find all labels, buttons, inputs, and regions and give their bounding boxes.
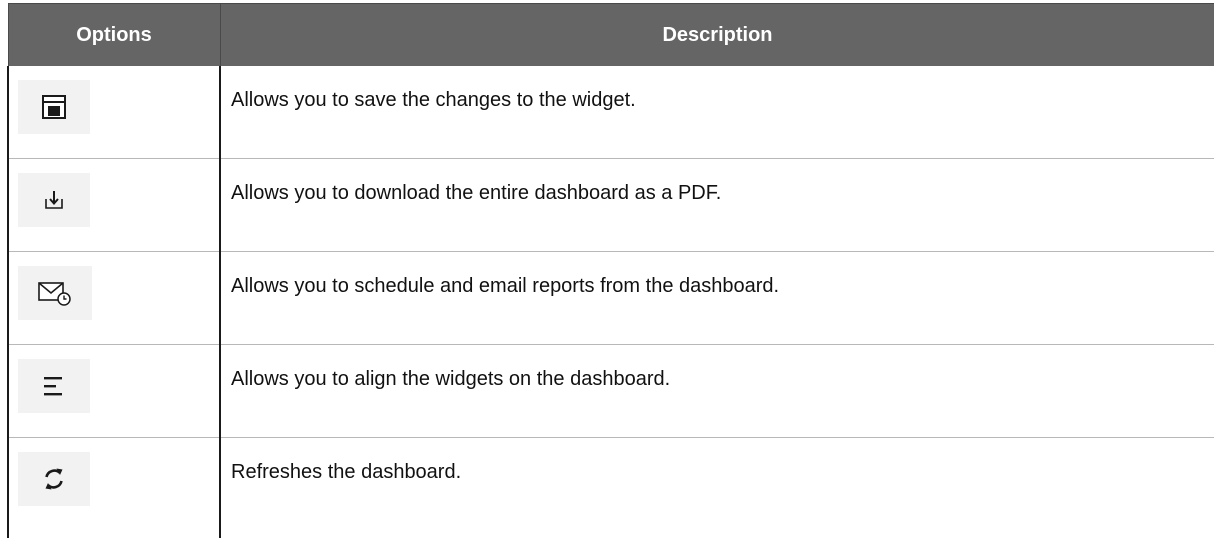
schedule-email-icon [18,266,92,320]
row-description: Refreshes the dashboard. [221,438,1214,484]
options-column-header: Options [8,4,220,67]
table-row: Allows you to download the entire dashbo… [8,159,1214,252]
option-cell [8,438,220,538]
row-description: Allows you to download the entire dashbo… [221,159,1214,205]
description-cell: Allows you to align the widgets on the d… [220,345,1214,438]
option-cell [8,66,220,159]
options-table: Options Description Allows you to save t… [7,3,1214,538]
option-cell [8,345,220,438]
row-description: Allows you to align the widgets on the d… [221,345,1214,391]
row-description: Allows you to save the changes to the wi… [221,66,1214,112]
table-row: Allows you to save the changes to the wi… [8,66,1214,159]
table-header-row: Options Description [8,4,1214,67]
description-cell: Allows you to download the entire dashbo… [220,159,1214,252]
download-icon [18,173,90,227]
table-row: Allows you to schedule and email reports… [8,252,1214,345]
table-row: Allows you to align the widgets on the d… [8,345,1214,438]
option-cell [8,159,220,252]
description-cell: Refreshes the dashboard. [220,438,1214,538]
description-column-header: Description [220,4,1214,67]
description-cell: Allows you to save the changes to the wi… [220,66,1214,159]
option-cell [8,252,220,345]
save-icon [18,80,90,134]
refresh-icon [18,452,90,506]
table-row: Refreshes the dashboard. [8,438,1214,538]
description-cell: Allows you to schedule and email reports… [220,252,1214,345]
row-description: Allows you to schedule and email reports… [221,252,1214,298]
align-icon [18,359,90,413]
